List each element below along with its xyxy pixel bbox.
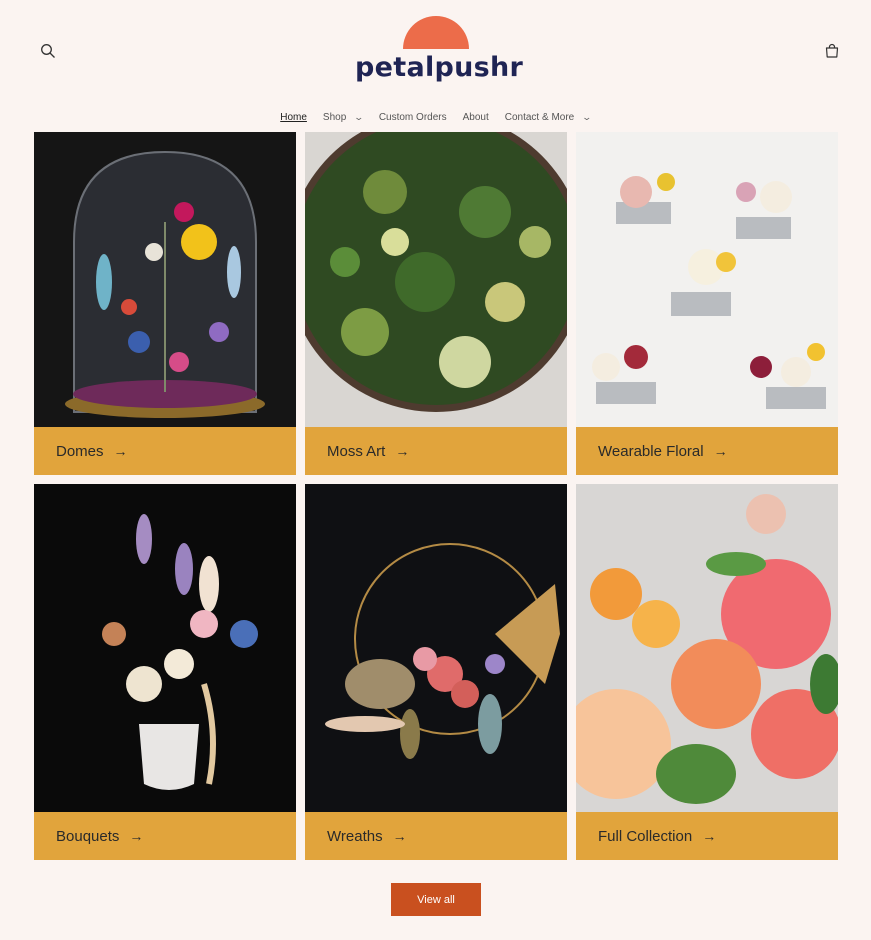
- nav-item-label: About: [462, 111, 489, 123]
- full-collection-image: [576, 484, 838, 812]
- site-logo[interactable]: petalpushr: [355, 14, 524, 88]
- nav-item-custom-orders[interactable]: Custom Orders: [371, 110, 455, 124]
- search-icon: [41, 44, 55, 58]
- collection-label: Wearable Floral: [598, 442, 704, 460]
- collection-card-wreaths[interactable]: Wreaths →: [305, 484, 567, 860]
- collection-card-bar[interactable]: Moss Art →: [305, 427, 567, 475]
- view-all-button[interactable]: View all: [391, 883, 481, 916]
- nav-item-home[interactable]: Home: [272, 110, 315, 124]
- arrow-right-icon: →: [702, 828, 717, 844]
- arrow-right-icon: →: [113, 443, 128, 459]
- collection-label: Wreaths: [327, 827, 383, 845]
- bouquets-image: [34, 484, 296, 812]
- collection-label: Full Collection: [598, 827, 693, 845]
- nav-item-shop[interactable]: Shop ⌄: [315, 110, 371, 124]
- nav-item-label: Home: [280, 111, 307, 123]
- site-header: petalpushr Home Shop ⌄ Custom Orders Abo…: [0, 0, 871, 132]
- collection-label: Domes: [56, 442, 104, 460]
- arrow-right-icon: →: [713, 443, 728, 459]
- collection-label: Bouquets: [56, 827, 120, 845]
- nav-item-contact[interactable]: Contact & More ⌄: [497, 110, 599, 124]
- nav-item-label: Contact & More: [504, 111, 575, 123]
- collection-card-bouquets[interactable]: Bouquets →: [34, 484, 296, 860]
- wearable-floral-image: [576, 132, 838, 427]
- collection-card-bar[interactable]: Wreaths →: [305, 812, 567, 860]
- domes-image: [34, 132, 296, 427]
- wreaths-image: [305, 484, 567, 812]
- collection-card-bar[interactable]: Bouquets →: [34, 812, 296, 860]
- collection-card-bar[interactable]: Domes →: [34, 427, 296, 475]
- collection-card-bar[interactable]: Wearable Floral →: [576, 427, 838, 475]
- arrow-right-icon: →: [129, 828, 144, 844]
- logo-text: petalpushr: [355, 52, 524, 83]
- chevron-down-icon: ⌄: [353, 111, 365, 122]
- main-nav: Home Shop ⌄ Custom Orders About Contact …: [0, 110, 871, 124]
- moss-art-image: [305, 132, 567, 427]
- collection-card-bar[interactable]: Full Collection →: [576, 812, 838, 860]
- logo-sun-icon: [403, 16, 469, 49]
- collection-card-wearable-floral[interactable]: Wearable Floral →: [576, 132, 838, 475]
- cart-icon: [825, 43, 839, 58]
- cart-button[interactable]: [820, 39, 844, 63]
- collection-card-domes[interactable]: Domes →: [34, 132, 296, 475]
- chevron-down-icon: ⌄: [581, 111, 593, 122]
- nav-item-about[interactable]: About: [455, 110, 497, 124]
- arrow-right-icon: →: [392, 828, 407, 844]
- collection-label: Moss Art: [327, 442, 386, 460]
- collection-card-moss-art[interactable]: Moss Art →: [305, 132, 567, 475]
- search-button[interactable]: [36, 39, 60, 63]
- collection-card-full-collection[interactable]: Full Collection →: [576, 484, 838, 860]
- nav-item-label: Shop: [322, 111, 347, 123]
- arrow-right-icon: →: [395, 443, 410, 459]
- nav-item-label: Custom Orders: [378, 111, 447, 123]
